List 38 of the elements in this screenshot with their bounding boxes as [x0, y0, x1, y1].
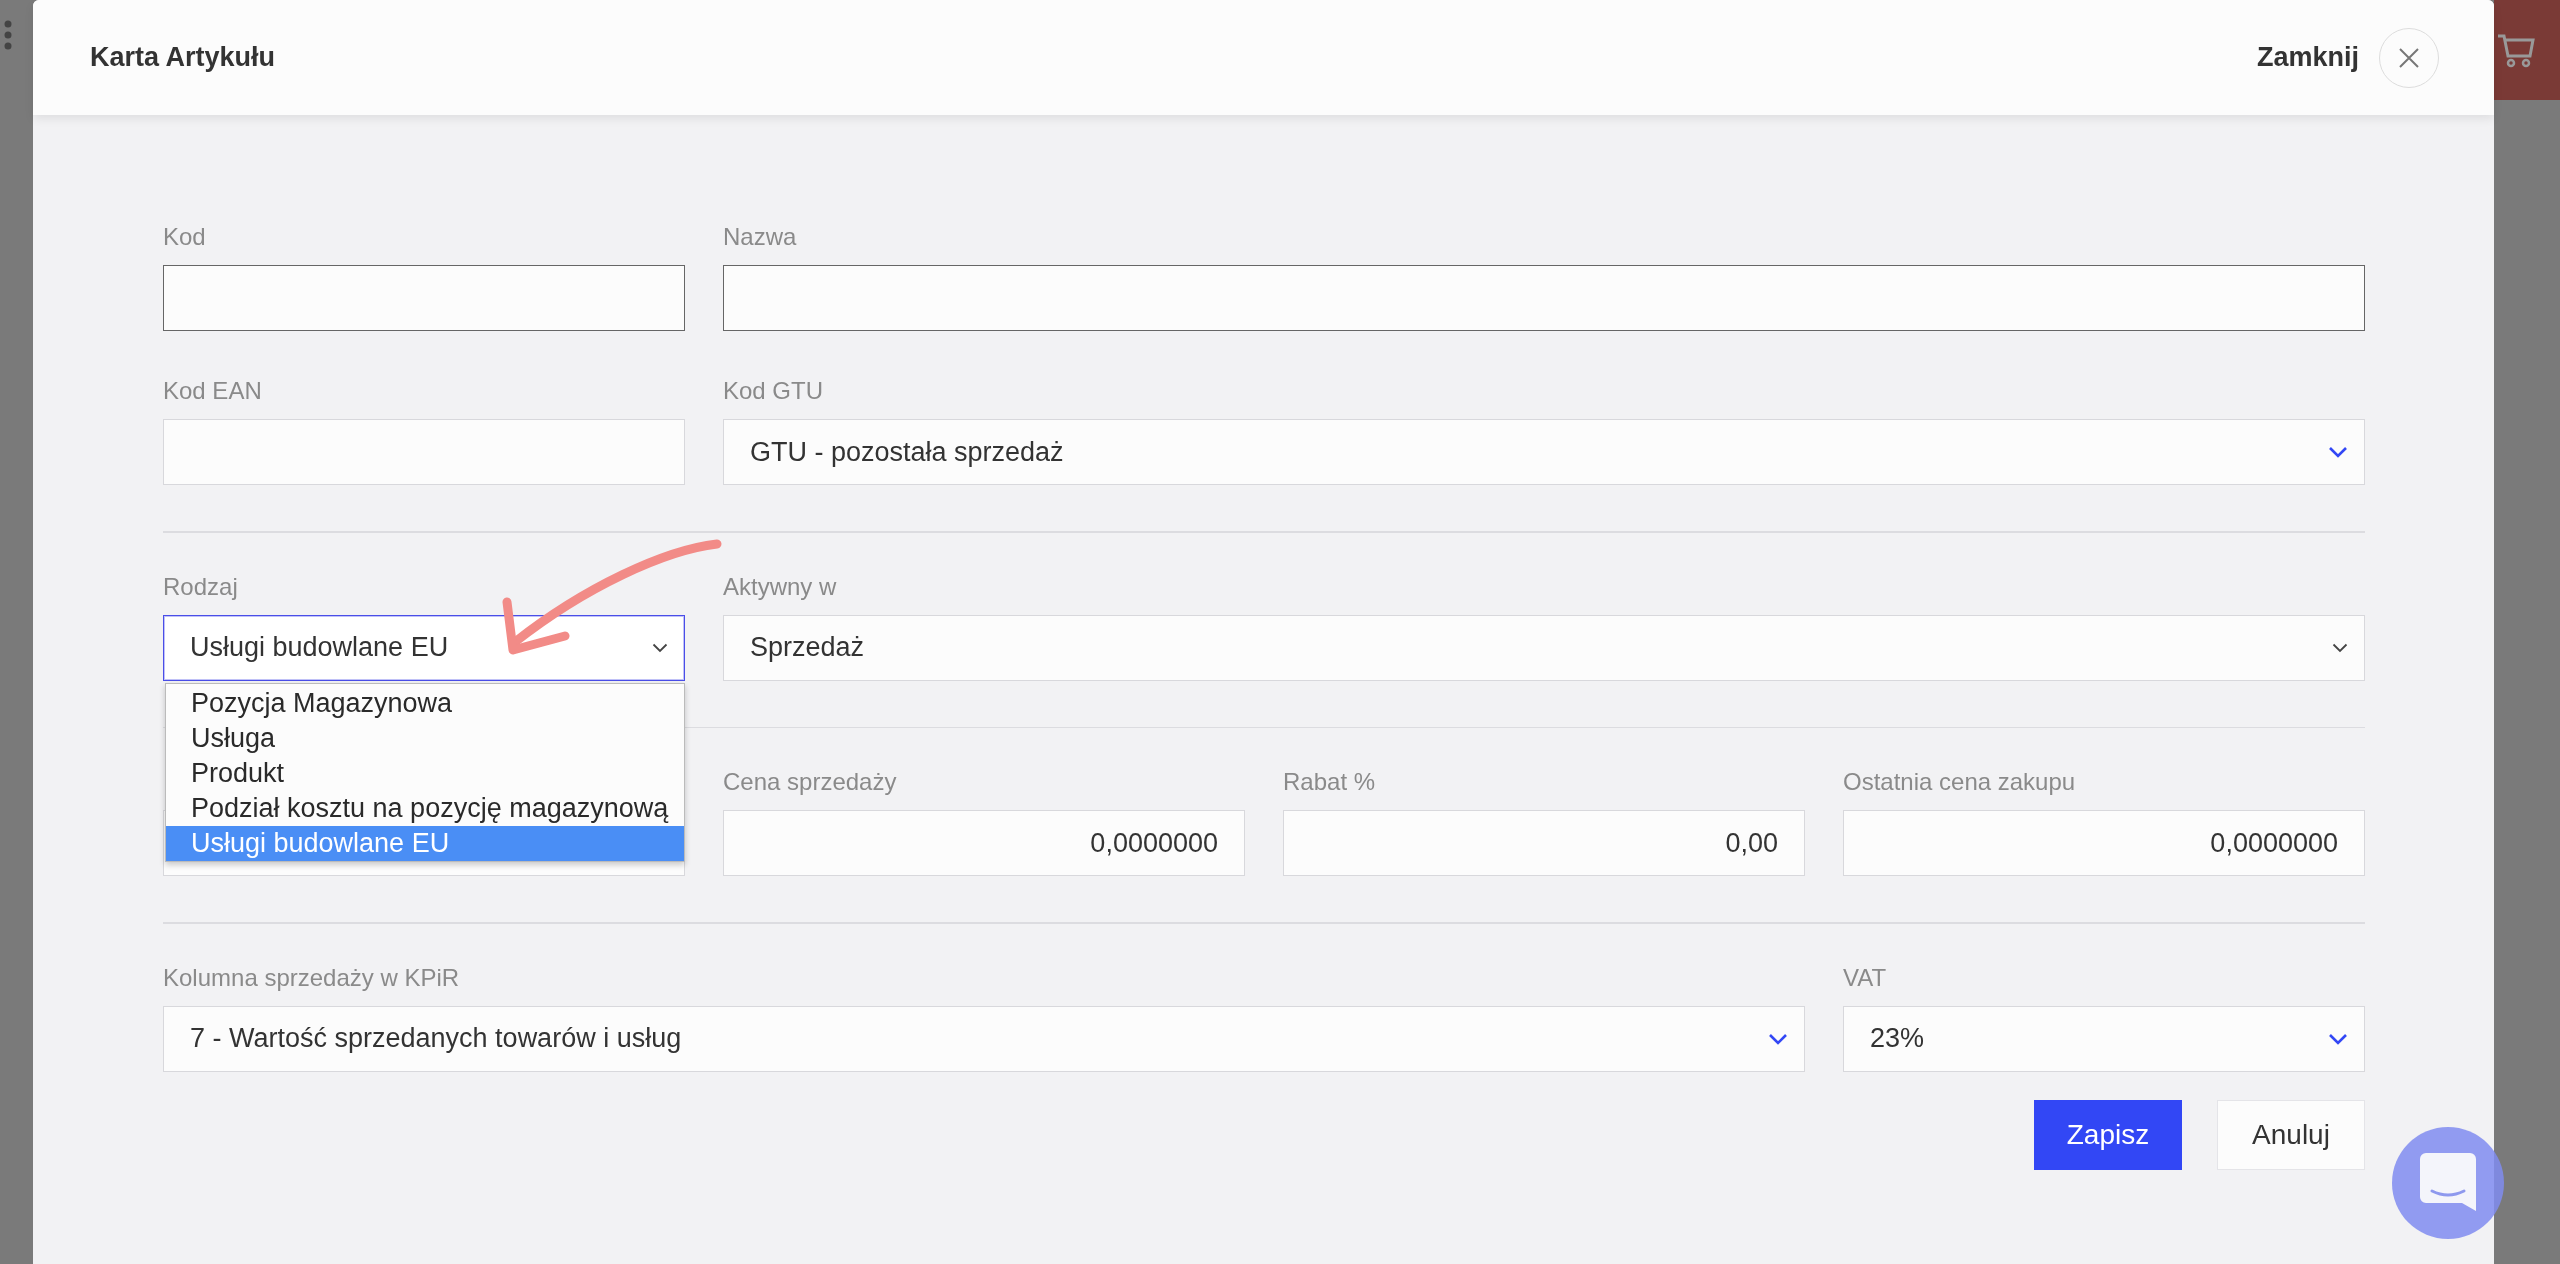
field-label: Ostatnia cena zakupu [1843, 768, 2076, 796]
dropdown-option[interactable]: Pozycja Magazynowa [166, 685, 684, 721]
field-label: Kod [163, 223, 206, 251]
cancel-button[interactable]: Anuluj [2217, 1099, 2365, 1170]
field-label: Kod EAN [163, 377, 262, 405]
chevron-down-icon [2332, 642, 2348, 653]
cart-icon[interactable] [2496, 32, 2536, 68]
field-label: Rabat % [1283, 768, 1376, 796]
field-label: VAT [1843, 963, 1887, 992]
field-label: Cena sprzedaży [723, 768, 897, 796]
select-field[interactable]: Sprzedaż [723, 614, 2365, 681]
input-field[interactable] [723, 265, 2365, 331]
chat-bubble-icon [2420, 1153, 2476, 1213]
input-field[interactable] [163, 265, 685, 331]
chevron-down-icon [2328, 1032, 2348, 1045]
save-button[interactable]: Zapisz [2034, 1099, 2182, 1170]
dialog-title: Karta Artykułu [90, 42, 276, 73]
chevron-down-icon [2328, 446, 2348, 458]
dropdown-option[interactable]: Podział kosztu na pozycję magazynową [166, 790, 684, 826]
select-field[interactable]: 23% [1843, 1005, 2365, 1072]
dropdown-option[interactable]: Produkt [166, 755, 684, 791]
close-icon [2398, 46, 2420, 69]
select-field[interactable]: GTU - pozostała sprzedaż [723, 419, 2365, 485]
field-label: Aktywny w [723, 572, 837, 601]
field-label: Kolumna sprzedaży w KPiR [163, 963, 460, 992]
chevron-down-icon [652, 642, 668, 653]
input-field[interactable]: 0,00 [1283, 810, 1805, 876]
input-field[interactable]: 0,0000000 [723, 810, 1245, 876]
field-label: Rodzaj [163, 572, 238, 601]
select-field[interactable]: 7 - Wartość sprzedanych towarów i usług [163, 1005, 1805, 1072]
select-field[interactable]: Usługi budowlane EU [163, 614, 685, 681]
chevron-down-icon [1768, 1032, 1788, 1045]
field-label: Kod GTU [723, 377, 824, 405]
field-label: Nazwa [723, 223, 797, 251]
dropdown-option[interactable]: Usługa [166, 720, 684, 756]
close-label[interactable]: Zamknij [2256, 42, 2359, 73]
input-field[interactable]: 0,0000000 [1843, 810, 2365, 876]
more-icon[interactable] [3, 20, 12, 50]
